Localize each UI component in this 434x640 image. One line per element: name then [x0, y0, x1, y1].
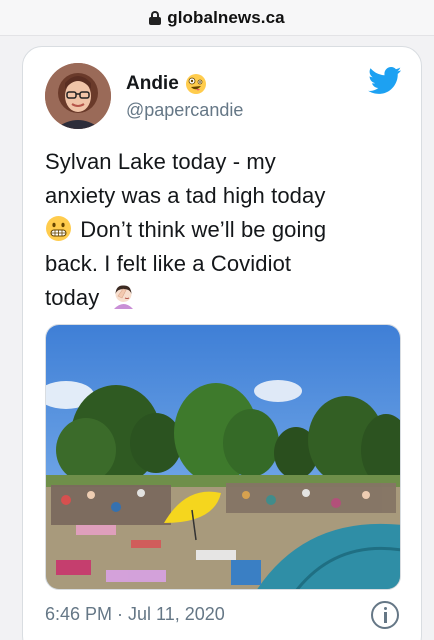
- lock-icon: [149, 10, 162, 25]
- author-name[interactable]: Andie: [126, 73, 179, 95]
- author-handle[interactable]: @papercandie: [126, 100, 243, 121]
- domain-label: globalnews.ca: [167, 7, 285, 27]
- tweet-line: Don’t think we’ll be going: [45, 213, 405, 247]
- embedded-tweet-card: Andie @papercandie Sylvan Lake today - m…: [22, 46, 422, 640]
- info-icon[interactable]: [371, 601, 399, 629]
- author-row[interactable]: Andie: [126, 73, 209, 95]
- avatar[interactable]: [45, 63, 111, 129]
- tweet-timestamp[interactable]: 6:46 PM · Jul 11, 2020: [45, 604, 225, 625]
- tweet-line-text: Don’t think we’ll be going: [74, 217, 327, 242]
- woman-facepalming-emoji: [110, 283, 137, 310]
- zany-face-emoji: [185, 73, 207, 95]
- tweet-line-text: today: [45, 285, 100, 310]
- address-bar[interactable]: globalnews.ca: [0, 0, 434, 36]
- tweet-text: Sylvan Lake today - my anxiety was a tad…: [45, 145, 405, 315]
- tweet-photo[interactable]: [45, 324, 401, 590]
- tweet-line: back. I felt like a Covidiot: [45, 251, 292, 276]
- twitter-bird-icon[interactable]: [368, 67, 402, 95]
- tweet-line: Sylvan Lake today - my: [45, 149, 276, 174]
- tweet-line: today: [45, 281, 405, 315]
- grimacing-face-emoji: [45, 215, 72, 242]
- tweet-line: anxiety was a tad high today: [45, 183, 326, 208]
